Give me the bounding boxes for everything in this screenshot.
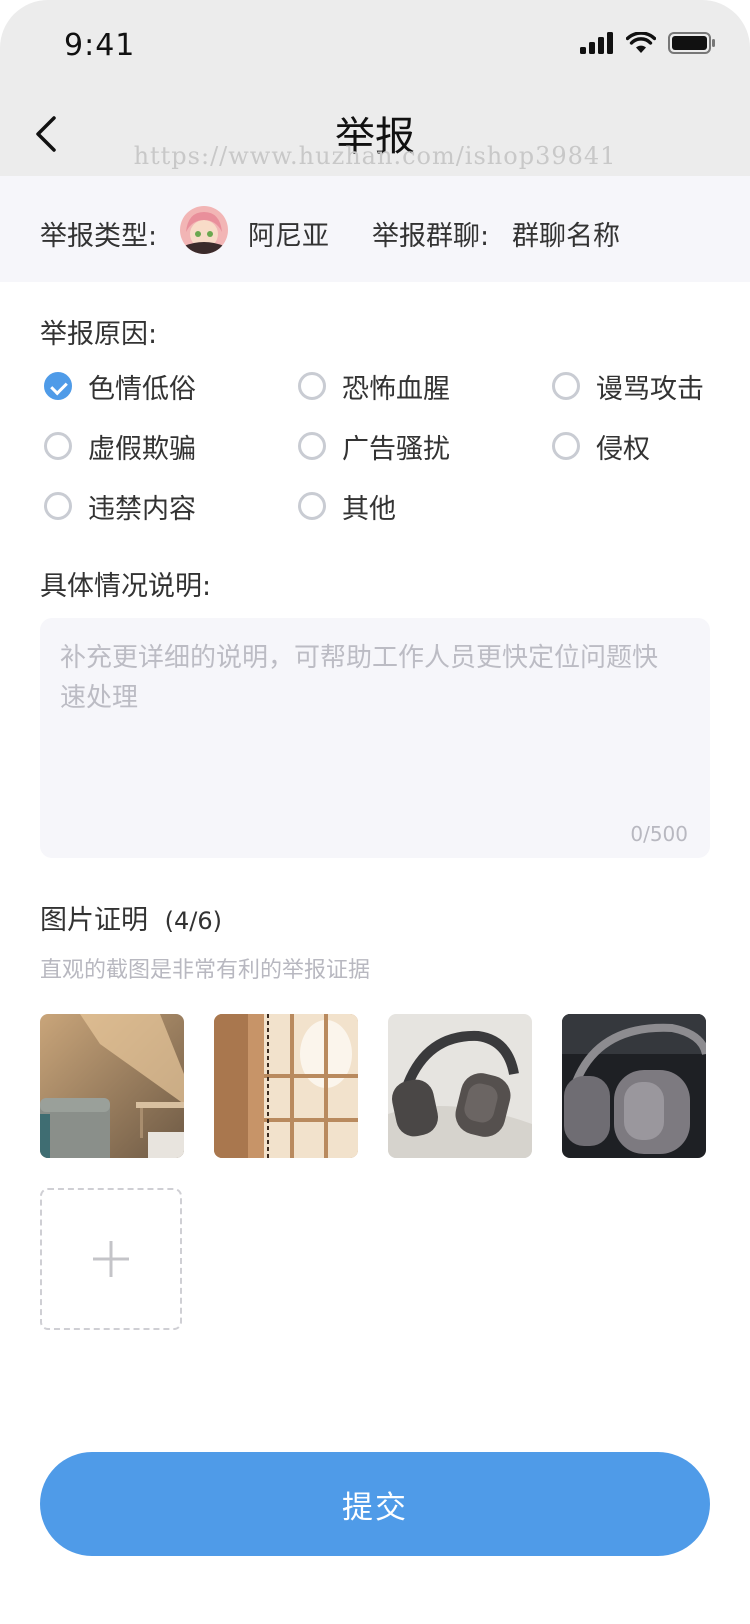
details-placeholder: 补充更详细的说明，可帮助工作人员更快定位问题快速处理 [60, 643, 659, 713]
radio-icon[interactable] [298, 492, 326, 520]
radio-icon[interactable] [44, 432, 72, 460]
reason-option[interactable]: 谩骂攻击 [552, 366, 704, 406]
plus-icon [93, 1241, 129, 1277]
details-textarea[interactable]: 补充更详细的说明，可帮助工作人员更快定位问题快速处理 0/500 [40, 618, 710, 858]
wifi-icon [626, 32, 656, 53]
phone-screen: 9:41 举报 https://www.huzhan.com/ishop3984… [0, 0, 750, 1624]
reason-section-label: 举报原因: [40, 319, 158, 350]
status-icons [580, 32, 716, 54]
status-time: 9:41 [64, 28, 136, 63]
evidence-hint: 直观的截图是非常有利的举报证据 [40, 958, 371, 983]
report-type-label: 举报类型: [40, 221, 158, 252]
nav-bar: 举报 https://www.huzhan.com/ishop39841 [0, 90, 750, 176]
report-info-bar: 举报类型: 阿尼亚 举报群聊: 群聊名称 [0, 176, 750, 282]
evidence-label: 图片证明 [40, 905, 148, 936]
radio-icon[interactable] [298, 432, 326, 460]
reported-user-name: 阿尼亚 [248, 221, 329, 252]
reason-option-label: 谩骂攻击 [596, 373, 704, 405]
reason-option[interactable]: 广告骚扰 [298, 426, 450, 466]
evidence-thumbnail-1[interactable] [40, 1014, 184, 1158]
submit-button[interactable]: 提交 [40, 1452, 710, 1556]
details-section-label: 具体情况说明: [40, 571, 212, 602]
radio-icon[interactable] [298, 372, 326, 400]
avatar [180, 206, 228, 254]
battery-icon [668, 32, 715, 54]
status-bar: 9:41 [0, 0, 750, 90]
checked-radio-icon[interactable] [44, 372, 72, 400]
evidence-thumbnail-3[interactable] [388, 1014, 532, 1158]
evidence-section-label: 图片证明 (4/6) [40, 898, 222, 937]
reason-option-label: 其他 [342, 493, 396, 525]
char-counter: 0/500 [630, 822, 688, 846]
add-image-button[interactable] [40, 1188, 182, 1330]
evidence-thumbnail-4[interactable] [562, 1014, 706, 1158]
reason-option-label: 虚假欺骗 [88, 433, 196, 465]
radio-icon[interactable] [552, 432, 580, 460]
reason-option-label: 色情低俗 [88, 373, 196, 405]
reason-option[interactable]: 色情低俗 [44, 366, 196, 406]
reason-option[interactable]: 侵权 [552, 426, 650, 466]
reason-option-label: 恐怖血腥 [342, 373, 450, 405]
reason-option-label: 违禁内容 [88, 493, 196, 525]
reason-option[interactable]: 违禁内容 [44, 486, 196, 526]
reason-option-label: 侵权 [596, 433, 650, 465]
report-group-label: 举报群聊: [372, 221, 490, 252]
evidence-thumbnail-2[interactable] [214, 1014, 358, 1158]
signal-icon [580, 32, 613, 54]
group-name: 群聊名称 [512, 221, 620, 252]
reason-option[interactable]: 其他 [298, 486, 396, 526]
reason-option[interactable]: 虚假欺骗 [44, 426, 196, 466]
watermark-text: https://www.huzhan.com/ishop39841 [133, 142, 617, 170]
radio-icon[interactable] [44, 492, 72, 520]
radio-icon[interactable] [552, 372, 580, 400]
reason-option-label: 广告骚扰 [342, 433, 450, 465]
evidence-count: (4/6) [164, 907, 222, 935]
reason-option[interactable]: 恐怖血腥 [298, 366, 450, 406]
